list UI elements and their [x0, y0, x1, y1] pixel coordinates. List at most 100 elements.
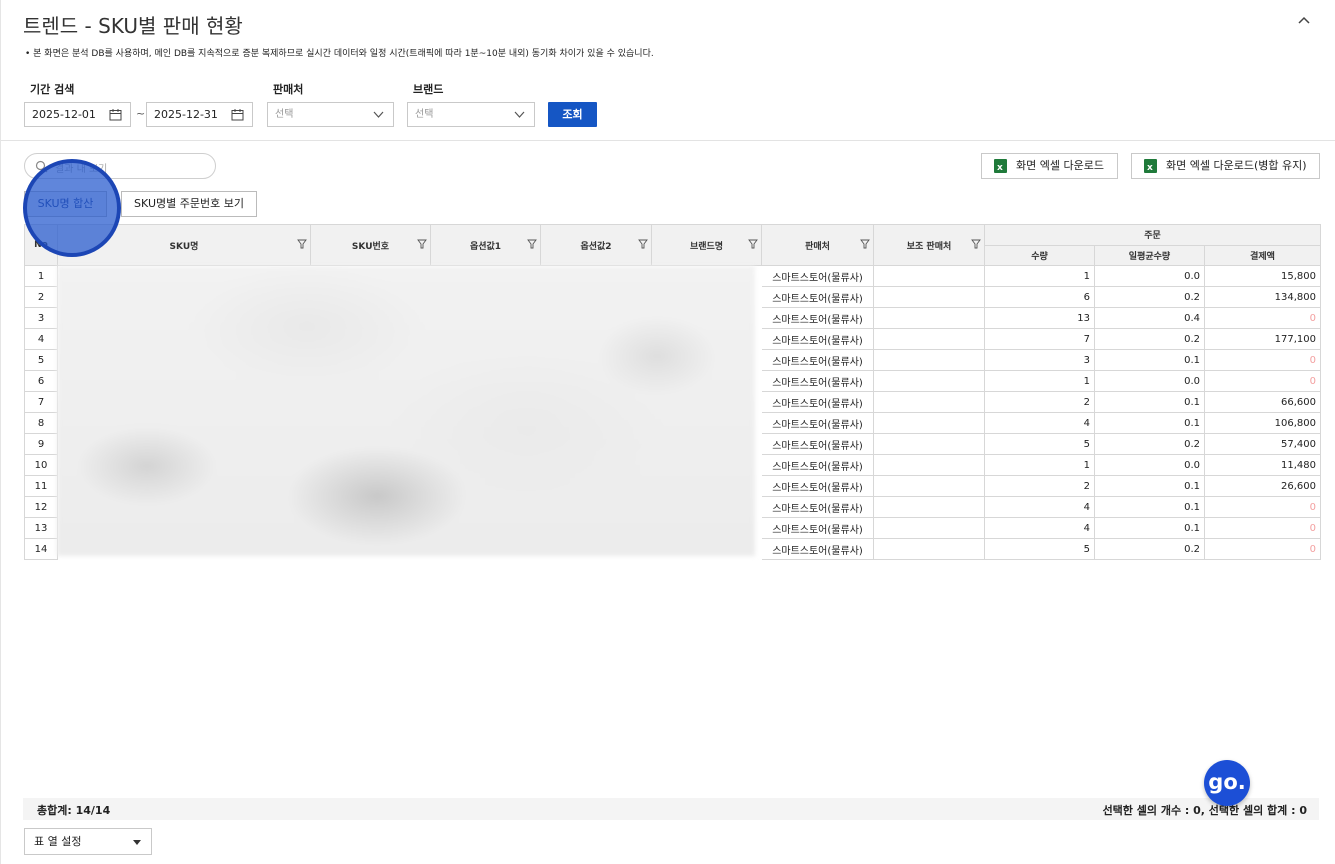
- date-from-field[interactable]: 2025-12-01: [24, 102, 131, 127]
- collapse-chevron-up-icon[interactable]: [1295, 12, 1313, 30]
- cell-sku-number[interactable]: [311, 455, 431, 476]
- cell-sku-name[interactable]: [58, 476, 311, 497]
- cell-sku-name[interactable]: [58, 350, 311, 371]
- cell-sub-seller[interactable]: [873, 433, 985, 455]
- header-option2[interactable]: 옵션값2: [540, 224, 652, 266]
- cell-quantity[interactable]: 6: [984, 286, 1095, 308]
- cell-sub-seller[interactable]: [873, 286, 985, 308]
- cell-option1[interactable]: [431, 455, 541, 476]
- cell-option2[interactable]: [541, 266, 652, 287]
- cell-option1[interactable]: [431, 434, 541, 455]
- cell-payment-amount[interactable]: 15,800: [1203, 265, 1322, 287]
- table-row[interactable]: 13 스마트스토어(물류사) 4 0.1 0: [24, 517, 1322, 539]
- excel-download-merged-button[interactable]: x 화면 엑셀 다운로드(병합 유지): [1131, 153, 1320, 179]
- cell-daily-average[interactable]: 0.2: [1094, 286, 1205, 308]
- cell-sku-number[interactable]: [311, 539, 431, 560]
- cell-no[interactable]: 10: [24, 454, 58, 476]
- cell-sku-number[interactable]: [311, 434, 431, 455]
- filter-icon[interactable]: [748, 239, 758, 249]
- excel-download-button[interactable]: x 화면 엑셀 다운로드: [981, 153, 1118, 179]
- cell-option1[interactable]: [431, 329, 541, 350]
- brand-select[interactable]: 선택: [407, 102, 535, 127]
- cell-no[interactable]: 1: [24, 265, 58, 287]
- cell-no[interactable]: 14: [24, 538, 58, 560]
- cell-daily-average[interactable]: 0.1: [1094, 475, 1205, 497]
- cell-payment-amount[interactable]: 0: [1203, 517, 1322, 539]
- cell-option2[interactable]: [541, 539, 652, 560]
- cell-option1[interactable]: [431, 287, 541, 308]
- cell-seller[interactable]: 스마트스토어(물류사): [761, 433, 874, 455]
- cell-seller[interactable]: 스마트스토어(물류사): [761, 496, 874, 518]
- cell-brand[interactable]: [652, 497, 762, 518]
- cell-seller[interactable]: 스마트스토어(물류사): [761, 307, 874, 329]
- cell-option1[interactable]: [431, 539, 541, 560]
- result-search-input[interactable]: 결과 내 보기: [24, 153, 216, 179]
- date-to-field[interactable]: 2025-12-31: [146, 102, 253, 127]
- cell-sub-seller[interactable]: [873, 307, 985, 329]
- cell-quantity[interactable]: 2: [984, 391, 1095, 413]
- cell-sku-name[interactable]: [58, 371, 311, 392]
- cell-daily-average[interactable]: 0.2: [1094, 328, 1205, 350]
- cell-seller[interactable]: 스마트스토어(물류사): [761, 412, 874, 434]
- calendar-icon[interactable]: [231, 108, 244, 121]
- cell-option1[interactable]: [431, 371, 541, 392]
- cell-no[interactable]: 9: [24, 433, 58, 455]
- cell-daily-average[interactable]: 0.1: [1094, 349, 1205, 371]
- cell-daily-average[interactable]: 0.1: [1094, 496, 1205, 518]
- table-row[interactable]: 4 스마트스토어(물류사) 7 0.2 177,100: [24, 328, 1322, 350]
- cell-option1[interactable]: [431, 497, 541, 518]
- cell-quantity[interactable]: 3: [984, 349, 1095, 371]
- cell-sub-seller[interactable]: [873, 391, 985, 413]
- cell-seller[interactable]: 스마트스토어(물류사): [761, 538, 874, 560]
- cell-seller[interactable]: 스마트스토어(물류사): [761, 517, 874, 539]
- cell-daily-average[interactable]: 0.2: [1094, 433, 1205, 455]
- cell-payment-amount[interactable]: 0: [1203, 349, 1322, 371]
- cell-sku-number[interactable]: [311, 392, 431, 413]
- cell-sub-seller[interactable]: [873, 349, 985, 371]
- cell-brand[interactable]: [652, 413, 762, 434]
- cell-sku-number[interactable]: [311, 476, 431, 497]
- cell-brand[interactable]: [652, 539, 762, 560]
- cell-option1[interactable]: [431, 308, 541, 329]
- cell-option2[interactable]: [541, 434, 652, 455]
- cell-sku-name[interactable]: [58, 539, 311, 560]
- cell-option2[interactable]: [541, 350, 652, 371]
- cell-quantity[interactable]: 4: [984, 412, 1095, 434]
- table-row[interactable]: 14 스마트스토어(물류사) 5 0.2 0: [24, 538, 1322, 560]
- cell-quantity[interactable]: 2: [984, 475, 1095, 497]
- cell-daily-average[interactable]: 0.1: [1094, 517, 1205, 539]
- cell-no[interactable]: 13: [24, 517, 58, 539]
- cell-brand[interactable]: [652, 329, 762, 350]
- table-row[interactable]: 3 스마트스토어(물류사) 13 0.4 0: [24, 307, 1322, 329]
- cell-option1[interactable]: [431, 350, 541, 371]
- table-row[interactable]: 12 스마트스토어(물류사) 4 0.1 0: [24, 496, 1322, 518]
- cell-option2[interactable]: [541, 476, 652, 497]
- cell-brand[interactable]: [652, 350, 762, 371]
- cell-sub-seller[interactable]: [873, 265, 985, 287]
- cell-seller[interactable]: 스마트스토어(물류사): [761, 370, 874, 392]
- cell-option2[interactable]: [541, 329, 652, 350]
- tab-sku-order-number[interactable]: SKU명별 주문번호 보기: [121, 191, 257, 217]
- cell-brand[interactable]: [652, 308, 762, 329]
- filter-icon[interactable]: [417, 239, 427, 249]
- cell-sku-number[interactable]: [311, 287, 431, 308]
- cell-sku-name[interactable]: [58, 308, 311, 329]
- filter-icon[interactable]: [860, 239, 870, 249]
- cell-option1[interactable]: [431, 413, 541, 434]
- filter-icon[interactable]: [527, 239, 537, 249]
- cell-quantity[interactable]: 4: [984, 496, 1095, 518]
- tab-sku-sum[interactable]: SKU명 합산: [24, 191, 107, 217]
- cell-quantity[interactable]: 5: [984, 538, 1095, 560]
- cell-sku-number[interactable]: [311, 329, 431, 350]
- cell-daily-average[interactable]: 0.0: [1094, 370, 1205, 392]
- cell-sku-number[interactable]: [311, 518, 431, 539]
- cell-sub-seller[interactable]: [873, 454, 985, 476]
- cell-brand[interactable]: [652, 371, 762, 392]
- cell-no[interactable]: 2: [24, 286, 58, 308]
- cell-brand[interactable]: [652, 518, 762, 539]
- cell-sku-name[interactable]: [58, 455, 311, 476]
- cell-option2[interactable]: [541, 455, 652, 476]
- cell-option2[interactable]: [541, 287, 652, 308]
- cell-seller[interactable]: 스마트스토어(물류사): [761, 391, 874, 413]
- cell-sku-number[interactable]: [311, 266, 431, 287]
